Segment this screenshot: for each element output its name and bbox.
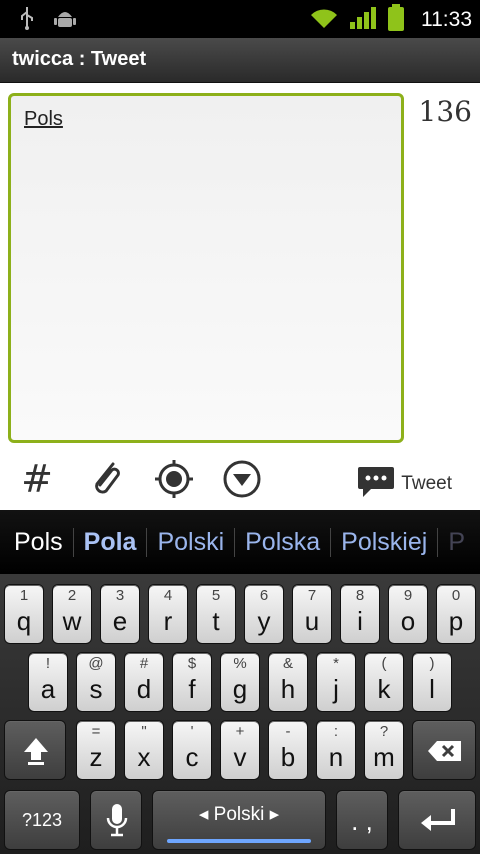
key-f[interactable]: $ f — [172, 652, 212, 712]
char-counter: 136 — [418, 95, 472, 128]
shift-key[interactable] — [4, 720, 66, 780]
compose-area: Pols 136 # Tweet — [0, 83, 480, 510]
key-l[interactable]: ) l — [412, 652, 452, 712]
key-x[interactable]: " x — [124, 720, 164, 780]
key-q[interactable]: 1q — [4, 584, 44, 644]
key-z[interactable]: = z — [76, 720, 116, 780]
compose-toolbar: # Tweet — [0, 453, 480, 510]
battery-icon — [387, 4, 405, 36]
attachment-icon[interactable] — [84, 457, 128, 501]
key-a[interactable]: ! a — [28, 652, 68, 712]
shift-icon — [22, 736, 50, 770]
key-v[interactable]: + v — [220, 720, 260, 780]
suggestion-item[interactable]: Pola — [74, 527, 148, 557]
key-j[interactable]: * j — [316, 652, 356, 712]
space-key[interactable]: ◂ Polski ▸ — [152, 790, 326, 850]
key-y[interactable]: 6y — [244, 584, 284, 644]
wifi-icon — [309, 6, 339, 34]
key-c[interactable]: ' c — [172, 720, 212, 780]
symbols-key[interactable]: ?123 — [4, 790, 80, 850]
key-n[interactable]: :n — [316, 720, 356, 780]
soft-keyboard: 1q 2w 3e 4r 5t 6y 7u 8i 9o 0p ! a @ s # d $… — [0, 574, 480, 854]
enter-key[interactable] — [398, 790, 476, 850]
enter-icon — [419, 807, 459, 839]
key-e[interactable]: 3e — [100, 584, 140, 644]
suggestion-item-partial[interactable]: P — [438, 528, 475, 557]
suggestion-item[interactable]: Polska — [235, 527, 332, 557]
key-o[interactable]: 9o — [388, 584, 428, 644]
tweet-text: Pols — [24, 108, 63, 130]
voice-input-key[interactable] — [90, 790, 142, 850]
android-debug-icon — [54, 7, 76, 33]
app-title: twicca : Tweet — [12, 48, 147, 70]
key-b[interactable]: -b — [268, 720, 308, 780]
key-k[interactable]: (k — [364, 652, 404, 712]
tweet-input[interactable]: Pols — [8, 93, 404, 443]
key-w[interactable]: 2w — [52, 584, 92, 644]
usb-icon — [18, 6, 36, 34]
signal-icon — [349, 6, 377, 34]
hashtag-icon[interactable]: # — [15, 457, 59, 501]
key-s[interactable]: @ s — [76, 652, 116, 712]
key-t[interactable]: 5t — [196, 584, 236, 644]
key-p[interactable]: 0p — [436, 584, 476, 644]
suggestion-item[interactable]: Polskiej — [331, 527, 439, 557]
suggestion-item[interactable]: Polski — [147, 527, 236, 557]
status-bar: 11:33 — [0, 0, 480, 38]
location-icon[interactable] — [152, 457, 196, 501]
key-m[interactable]: ? m — [364, 720, 404, 780]
key-i[interactable]: 8i — [340, 584, 380, 644]
key-g[interactable]: % g — [220, 652, 260, 712]
key-r[interactable]: 4r — [148, 584, 188, 644]
dropdown-icon[interactable] — [220, 457, 264, 501]
suggestion-strip: Pols Pola Polski Polska Polskiej P — [0, 510, 480, 574]
key-u[interactable]: 7u — [292, 584, 332, 644]
punctuation-key[interactable]: . , — [336, 790, 388, 850]
backspace-icon — [427, 739, 463, 767]
tweet-button-label: Tweet — [401, 473, 452, 494]
title-bar: twicca : Tweet — [0, 38, 480, 83]
microphone-icon — [106, 803, 128, 841]
clock: 11:33 — [421, 8, 472, 31]
backspace-key[interactable] — [412, 720, 476, 780]
tweet-button[interactable]: Tweet — [357, 465, 452, 503]
suggestion-typed[interactable]: Pols — [0, 527, 74, 557]
key-d[interactable]: # d — [124, 652, 164, 712]
key-h[interactable]: & h — [268, 652, 308, 712]
speech-bubble-icon — [357, 465, 395, 503]
